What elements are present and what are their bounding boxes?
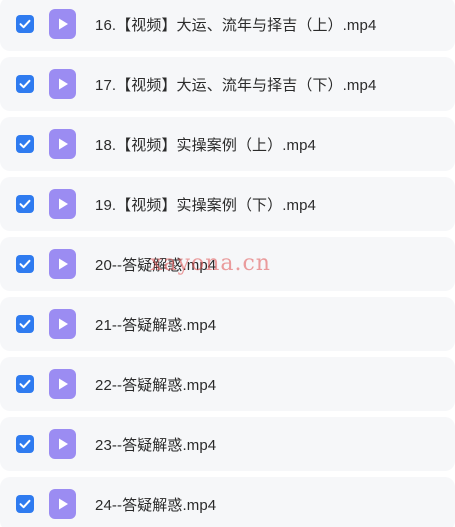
file-row[interactable]: 22--答疑解惑.mp4 xyxy=(0,357,455,411)
checkbox-checked-icon[interactable] xyxy=(16,495,34,513)
checkbox-checked-icon[interactable] xyxy=(16,195,34,213)
checkbox-checked-icon[interactable] xyxy=(16,135,34,153)
video-file-icon xyxy=(49,189,76,219)
file-name: 19.【视频】实操案例（下）.mp4 xyxy=(95,196,317,214)
checkbox-checked-icon[interactable] xyxy=(16,315,34,333)
file-list: 16.【视频】大运、流年与择吉（上）.mp4 17.【视频】大运、流年与择吉（下… xyxy=(0,0,455,527)
file-row[interactable]: 23--答疑解惑.mp4 xyxy=(0,417,455,471)
file-name: 20--答疑解惑.mp4 xyxy=(95,256,217,274)
file-name: 17.【视频】大运、流年与择吉（下）.mp4 xyxy=(95,76,377,94)
video-file-icon xyxy=(49,309,76,339)
file-name: 21--答疑解惑.mp4 xyxy=(95,316,217,334)
video-file-icon xyxy=(49,489,76,519)
video-file-icon xyxy=(49,249,76,279)
file-row[interactable]: 16.【视频】大运、流年与择吉（上）.mp4 xyxy=(0,0,455,51)
video-file-icon xyxy=(49,69,76,99)
file-row[interactable]: 24--答疑解惑.mp4 xyxy=(0,477,455,527)
video-file-icon xyxy=(49,9,76,39)
checkbox-checked-icon[interactable] xyxy=(16,15,34,33)
file-name: 23--答疑解惑.mp4 xyxy=(95,436,217,454)
file-row[interactable]: 20--答疑解惑.mp4 xyxy=(0,237,455,291)
checkbox-checked-icon[interactable] xyxy=(16,435,34,453)
file-row[interactable]: 17.【视频】大运、流年与择吉（下）.mp4 xyxy=(0,57,455,111)
file-name: 22--答疑解惑.mp4 xyxy=(95,376,217,394)
file-name: 18.【视频】实操案例（上）.mp4 xyxy=(95,136,317,154)
file-name: 16.【视频】大运、流年与择吉（上）.mp4 xyxy=(95,16,377,34)
checkbox-checked-icon[interactable] xyxy=(16,75,34,93)
video-file-icon xyxy=(49,429,76,459)
file-row[interactable]: 19.【视频】实操案例（下）.mp4 xyxy=(0,177,455,231)
file-row[interactable]: 18.【视频】实操案例（上）.mp4 xyxy=(0,117,455,171)
video-file-icon xyxy=(49,369,76,399)
file-name: 24--答疑解惑.mp4 xyxy=(95,496,217,514)
video-file-icon xyxy=(49,129,76,159)
checkbox-checked-icon[interactable] xyxy=(16,375,34,393)
checkbox-checked-icon[interactable] xyxy=(16,255,34,273)
file-row[interactable]: 21--答疑解惑.mp4 xyxy=(0,297,455,351)
